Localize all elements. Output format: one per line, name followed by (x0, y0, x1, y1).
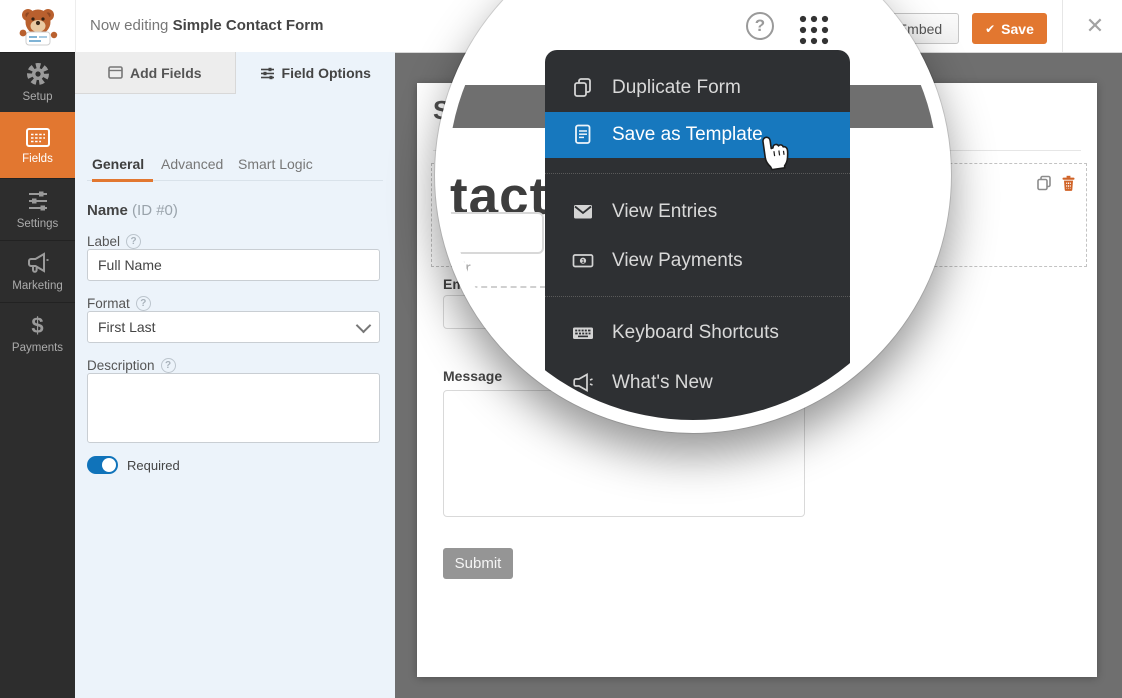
menu-divider (545, 173, 850, 174)
tab-field-options[interactable]: Field Options (236, 52, 396, 94)
megaphone-icon (26, 251, 50, 275)
subtab-advanced[interactable]: Advanced (161, 156, 223, 172)
fields-icon (25, 127, 51, 148)
submit-button-preview[interactable]: Submit (443, 548, 513, 579)
entries-envelope-icon (571, 200, 595, 224)
keyboard-icon (571, 321, 595, 345)
builder-dropdown-menu: Duplicate Form Save as Template View Ent… (545, 50, 850, 425)
sidebar-item-fields[interactable]: Fields (0, 112, 75, 178)
sidebar-item-marketing[interactable]: Marketing (0, 240, 75, 302)
now-editing-text: Now editing Simple Contact Form (90, 0, 323, 52)
topbar-divider (1062, 0, 1063, 52)
duplicate-icon (571, 76, 595, 100)
sidebar-item-setup[interactable]: Setup (0, 52, 75, 112)
field-options-icon (260, 67, 275, 80)
dollar-icon: $ (31, 315, 43, 337)
help-icon[interactable]: ? (126, 234, 141, 249)
menu-item-duplicate-form[interactable]: Duplicate Form (545, 71, 850, 105)
sidebar-item-payments[interactable]: $ Payments (0, 302, 75, 365)
whats-new-megaphone-icon (571, 371, 595, 395)
help-circle-icon[interactable]: ? (746, 12, 774, 40)
field-options-panel: Add Fields Field Options General Advance… (75, 52, 395, 698)
sliders-icon (26, 189, 50, 213)
panel-tabs: Add Fields Field Options (75, 52, 395, 94)
gear-icon (26, 62, 50, 86)
grid-menu-icon[interactable] (797, 13, 831, 47)
description-field-label: Description ? (87, 358, 176, 373)
format-field-label: Format ? (87, 296, 151, 311)
tab-add-fields[interactable]: Add Fields (75, 52, 236, 94)
magnified-first-sublabel: Fir (452, 260, 471, 278)
toggle-knob (102, 458, 116, 472)
svg-text:1: 1 (581, 259, 584, 265)
message-field-label: Message (443, 368, 502, 384)
menu-item-whats-new[interactable]: What's New (545, 366, 850, 400)
subtab-smart-logic[interactable]: Smart Logic (238, 156, 313, 172)
active-subtab-underline (92, 179, 153, 182)
menu-item-view-entries[interactable]: View Entries (545, 195, 850, 229)
subtab-general[interactable]: General (92, 156, 144, 172)
required-label: Required (127, 458, 180, 473)
menu-item-view-payments[interactable]: 1 View Payments (545, 244, 850, 278)
wpforms-logo (0, 0, 76, 52)
menu-item-save-as-template[interactable]: Save as Template (545, 112, 850, 158)
delete-field-icon[interactable] (1061, 175, 1076, 191)
menu-divider (545, 296, 850, 297)
duplicate-field-icon[interactable] (1036, 175, 1052, 191)
sidebar-item-settings[interactable]: Settings (0, 178, 75, 240)
builder-sidebar: Setup Fields Settings Marketing $ Paymen… (0, 52, 75, 698)
help-icon[interactable]: ? (136, 296, 151, 311)
format-select[interactable]: First Last (87, 311, 380, 343)
magnified-dashed-border (442, 286, 546, 288)
save-button[interactable]: ✔ Save (972, 13, 1047, 44)
template-icon (571, 123, 595, 147)
editing-form-name: Simple Contact Form (173, 17, 324, 34)
payments-bill-icon: 1 (571, 249, 595, 273)
menu-item-keyboard-shortcuts[interactable]: Keyboard Shortcuts (545, 316, 850, 350)
help-icon[interactable]: ? (161, 358, 176, 373)
wpforms-bear-icon (17, 5, 59, 47)
check-icon: ✔ (985, 22, 995, 36)
magnified-first-input (436, 212, 544, 254)
required-toggle[interactable] (87, 456, 118, 474)
description-textarea[interactable] (87, 373, 380, 443)
chevron-down-icon (356, 317, 372, 333)
close-builder-icon[interactable]: ✕ (1080, 12, 1110, 40)
label-input[interactable] (87, 249, 380, 281)
label-field-label: Label ? (87, 234, 141, 249)
field-title: Name (ID #0) (87, 202, 178, 219)
hand-cursor-icon (753, 124, 797, 173)
add-fields-icon (108, 66, 123, 79)
